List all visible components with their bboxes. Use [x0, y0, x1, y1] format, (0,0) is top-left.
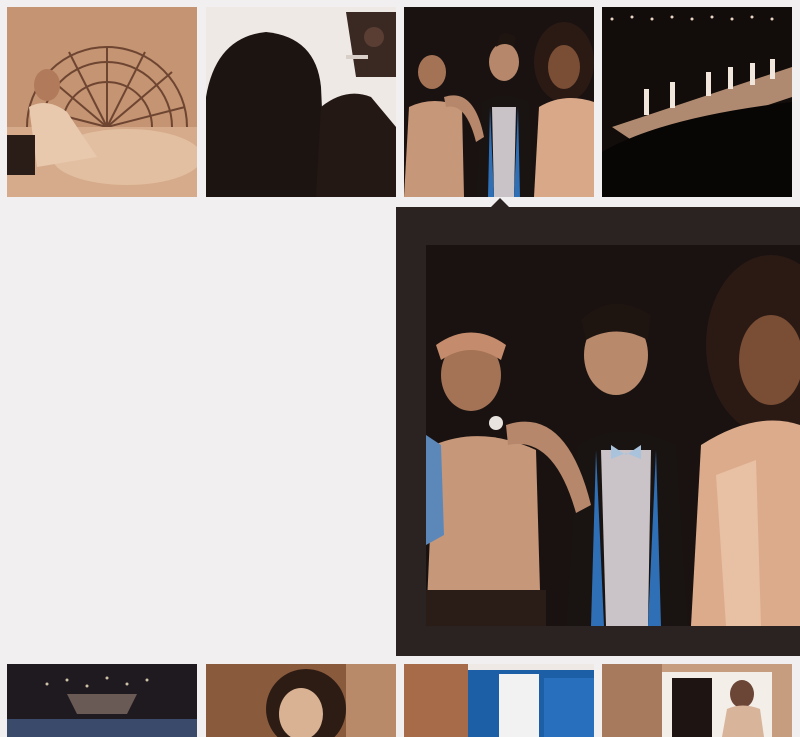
gallery-thumbnail-woman-window[interactable] — [602, 664, 792, 737]
gallery-thumbnail-three-models[interactable] — [404, 7, 594, 197]
thumbnail-image-woman-portrait — [206, 664, 396, 737]
thumbnail-image-blue-building — [404, 664, 594, 737]
gallery-thumbnail-blue-building[interactable] — [404, 664, 594, 737]
expanded-panel-pointer — [491, 198, 509, 207]
gallery-thumbnail-woman-fan[interactable] — [7, 7, 197, 197]
expanded-image-panel — [396, 207, 800, 656]
thumbnail-image-runway — [602, 7, 792, 197]
thumbnail-image-silhouette — [206, 7, 396, 197]
gallery-thumbnail-woman-portrait[interactable] — [206, 664, 396, 737]
expanded-image-three-models — [426, 245, 800, 626]
thumbnail-image-three-models — [404, 7, 594, 197]
thumbnail-image-chandelier — [7, 664, 197, 737]
gallery-thumbnail-runway[interactable] — [602, 7, 792, 197]
thumbnail-image-woman-fan — [7, 7, 197, 197]
photo-gallery — [0, 0, 800, 737]
gallery-thumbnail-silhouette[interactable] — [206, 7, 396, 197]
expanded-photo-three-models[interactable] — [426, 245, 800, 626]
thumbnail-image-woman-window — [602, 664, 792, 737]
gallery-thumbnail-chandelier[interactable] — [7, 664, 197, 737]
